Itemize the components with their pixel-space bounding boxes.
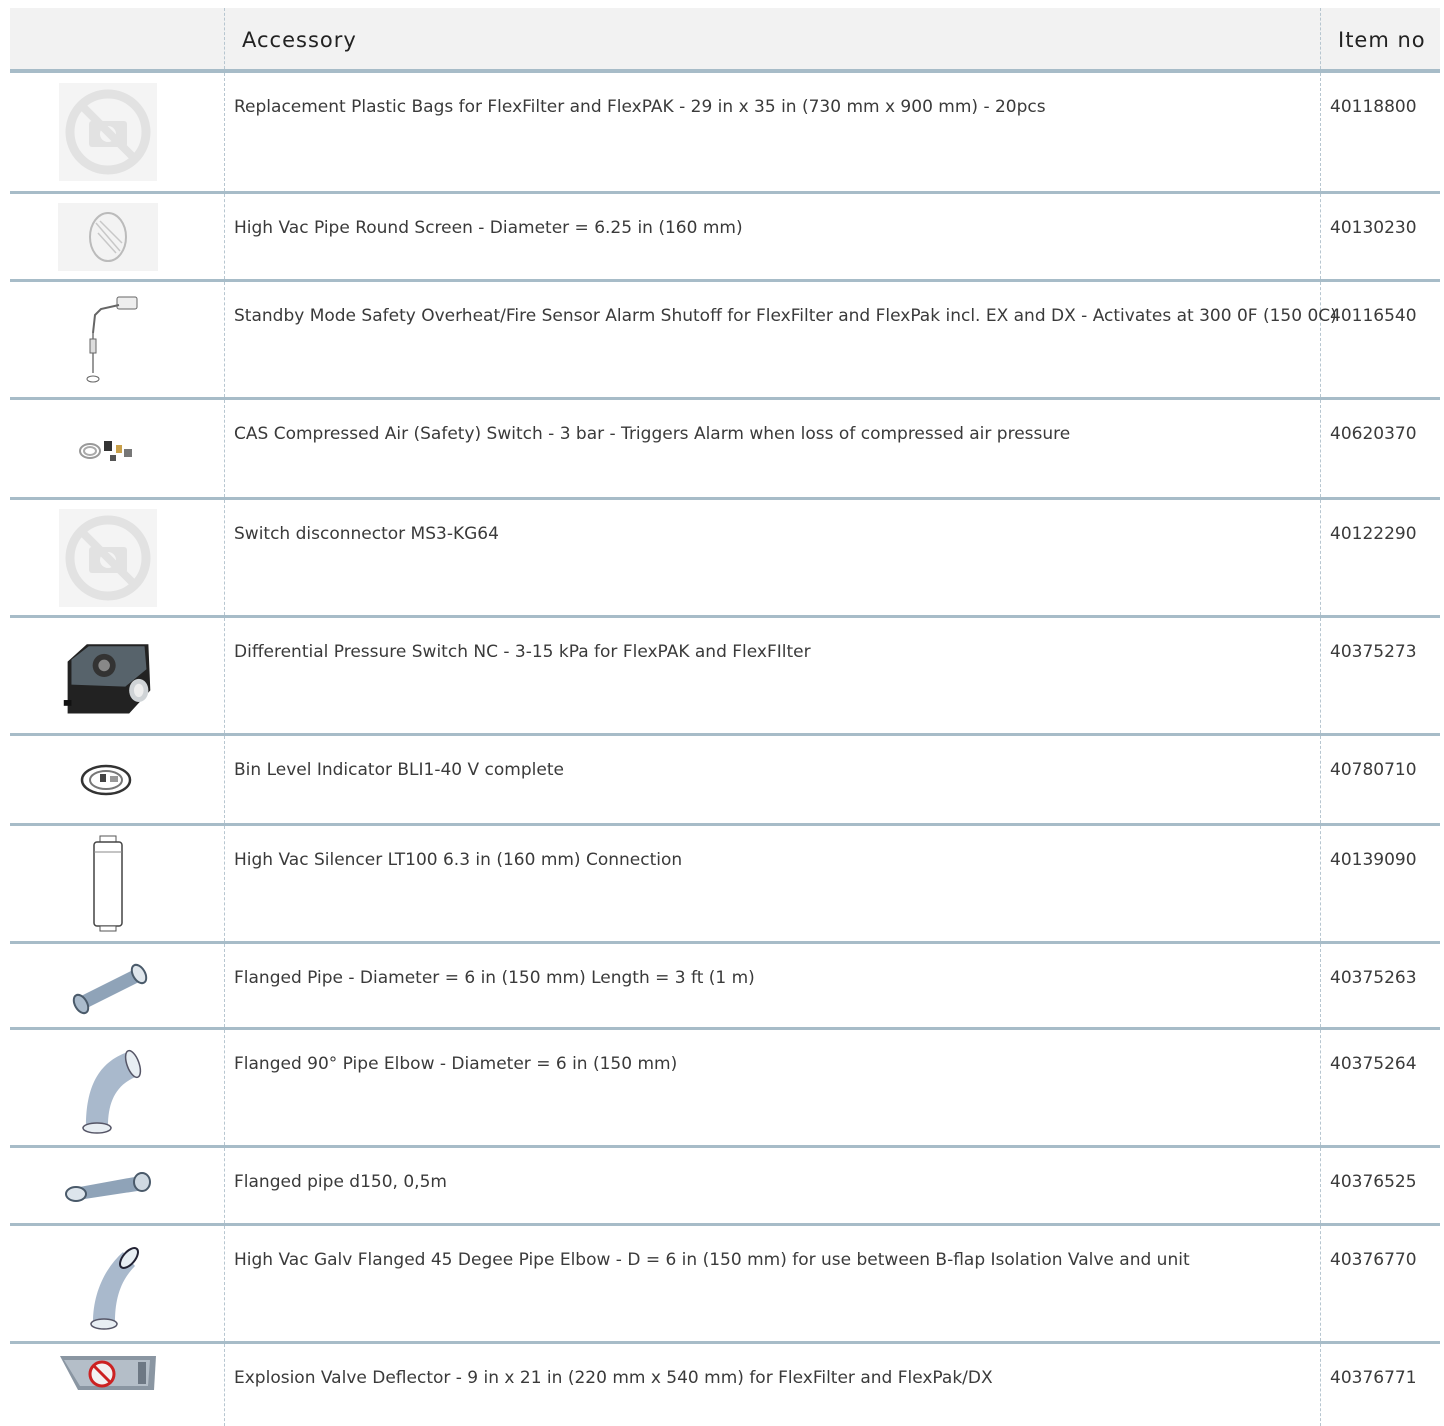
item-number: 40116540 (1330, 306, 1417, 326)
item-number: 40376525 (1330, 1172, 1417, 1192)
pressure-switch-icon (58, 624, 158, 727)
table-row: High Vac Silencer LT100 6.3 in (160 mm) … (10, 826, 1440, 944)
table-row: Differential Pressure Switch NC - 3-15 k… (10, 618, 1440, 736)
accessories-table: Accessory Item no Replacement Plastic Ba… (10, 8, 1440, 1426)
item-number: 40130230 (1330, 218, 1417, 238)
item-number: 40375273 (1330, 642, 1417, 662)
column-header-accessory: Accessory (242, 28, 357, 52)
table-header: Accessory Item no (10, 8, 1440, 73)
table-row: Replacement Plastic Bags for FlexFilter … (10, 73, 1440, 194)
table-row: Standby Mode Safety Overheat/Fire Sensor… (10, 282, 1440, 400)
bin-level-icon (58, 742, 158, 817)
accessory-description: CAS Compressed Air (Safety) Switch - 3 b… (234, 424, 1071, 444)
item-number: 40376771 (1330, 1368, 1417, 1388)
air-switch-icon (58, 406, 158, 491)
table-row: Explosion Valve Deflector - 9 in x 21 in… (10, 1344, 1440, 1426)
accessory-description: High Vac Pipe Round Screen - Diameter = … (234, 218, 743, 238)
elbow-90-icon (58, 1036, 158, 1139)
table-row: CAS Compressed Air (Safety) Switch - 3 b… (10, 400, 1440, 500)
header-divider (1320, 8, 1321, 69)
deflector-icon (58, 1352, 158, 1422)
accessory-description: Differential Pressure Switch NC - 3-15 k… (234, 642, 811, 662)
item-number: 40780710 (1330, 760, 1417, 780)
table-row: Bin Level Indicator BLI1-40 V complete 4… (10, 736, 1440, 826)
table-row: High Vac Pipe Round Screen - Diameter = … (10, 194, 1440, 282)
table-row: Flanged 90° Pipe Elbow - Diameter = 6 in… (10, 1030, 1440, 1148)
header-divider (224, 8, 225, 69)
table-row: Switch disconnector MS3-KG64 40122290 (10, 500, 1440, 618)
item-number: 40375264 (1330, 1054, 1417, 1074)
no-image-icon (58, 506, 158, 609)
flanged-pipe-icon (58, 950, 158, 1021)
item-number: 40122290 (1330, 524, 1417, 544)
accessory-description: Replacement Plastic Bags for FlexFilter … (234, 97, 1046, 117)
item-number: 40118800 (1330, 97, 1417, 117)
item-number: 40376770 (1330, 1250, 1417, 1270)
elbow-45-icon (58, 1232, 158, 1335)
item-number: 40375263 (1330, 968, 1417, 988)
accessory-description: Switch disconnector MS3-KG64 (234, 524, 499, 544)
column-header-item-no: Item no (1338, 28, 1426, 52)
table-row: Flanged Pipe - Diameter = 6 in (150 mm) … (10, 944, 1440, 1030)
accessory-description: Standby Mode Safety Overheat/Fire Sensor… (234, 306, 1337, 326)
accessory-description: Flanged pipe d150, 0,5m (234, 1172, 447, 1192)
accessory-description: High Vac Galv Flanged 45 Degee Pipe Elbo… (234, 1250, 1190, 1270)
accessory-description: High Vac Silencer LT100 6.3 in (160 mm) … (234, 850, 683, 870)
accessory-description: Bin Level Indicator BLI1-40 V complete (234, 760, 564, 780)
accessory-description: Flanged Pipe - Diameter = 6 in (150 mm) … (234, 968, 755, 988)
round-screen-icon (58, 200, 158, 273)
silencer-icon (58, 832, 158, 935)
accessory-description: Explosion Valve Deflector - 9 in x 21 in… (234, 1368, 993, 1388)
item-number: 40139090 (1330, 850, 1417, 870)
fire-sensor-icon (58, 288, 158, 391)
item-number: 40620370 (1330, 424, 1417, 444)
table-row: High Vac Galv Flanged 45 Degee Pipe Elbo… (10, 1226, 1440, 1344)
accessory-description: Flanged 90° Pipe Elbow - Diameter = 6 in… (234, 1054, 678, 1074)
no-image-icon (58, 79, 158, 185)
table-row: Flanged pipe d150, 0,5m 40376525 (10, 1148, 1440, 1226)
short-pipe-icon (58, 1154, 158, 1217)
